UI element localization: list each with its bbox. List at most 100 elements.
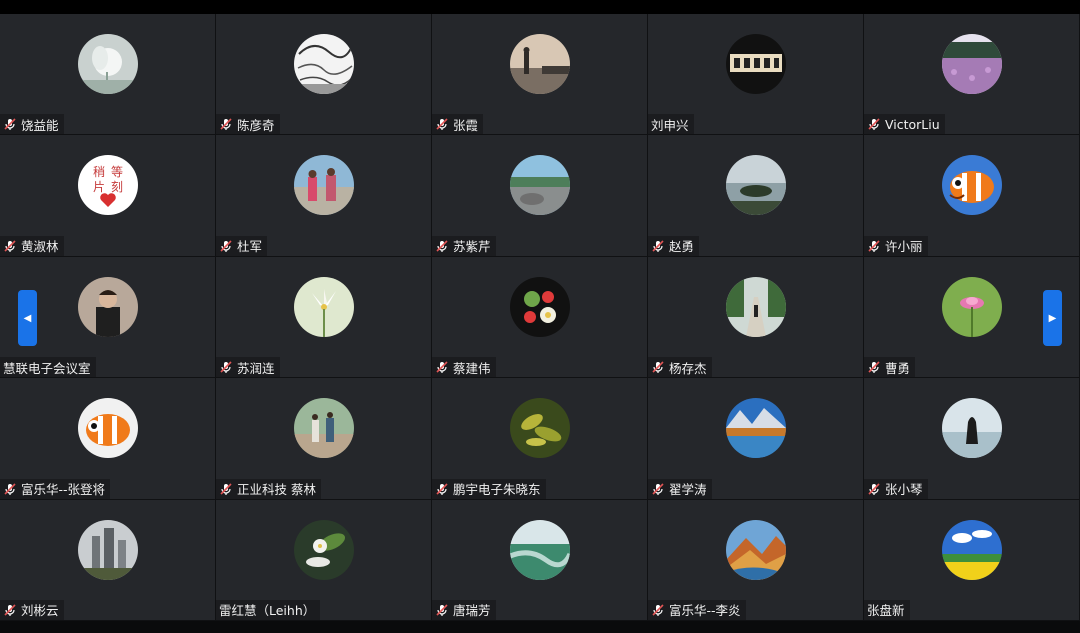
participant-name: 正业科技 蔡林 — [237, 482, 316, 498]
mic-muted-icon — [3, 482, 17, 496]
mic-muted-icon — [435, 239, 449, 253]
participant-tile[interactable]: 雷红慧（Leihh） — [216, 499, 432, 621]
participant-tile[interactable]: 蔡建伟 — [432, 256, 648, 379]
avatar — [941, 398, 1002, 459]
avatar — [509, 519, 570, 580]
participant-name: 赵勇 — [669, 239, 695, 255]
avatar — [725, 519, 786, 580]
avatar — [509, 34, 570, 94]
mic-muted-icon — [219, 117, 233, 131]
participant-tile[interactable]: 许小丽 — [864, 135, 1080, 257]
participant-name: 富乐华--李炎 — [669, 603, 741, 619]
participant-tile[interactable]: 赵勇 — [648, 135, 864, 257]
top-bar — [0, 0, 1080, 14]
mic-muted-icon — [651, 239, 665, 253]
participant-name: 张盘新 — [867, 603, 905, 619]
avatar — [77, 519, 138, 580]
participant-tile[interactable]: 富乐华--李炎 — [648, 499, 864, 621]
participant-tile[interactable]: 翟学涛 — [648, 378, 864, 500]
avatar — [77, 34, 138, 94]
avatar — [293, 398, 354, 459]
chevron-right-icon: ▶ — [1048, 312, 1057, 324]
participant-name-tag: 苏润连 — [216, 357, 280, 378]
participant-name-tag: 饶益能 — [0, 114, 64, 135]
participant-tile[interactable]: 张小琴 — [864, 378, 1080, 500]
participant-tile[interactable]: 饶益能 — [0, 14, 216, 136]
participant-name-tag: 杨存杰 — [648, 357, 712, 378]
avatar — [725, 398, 786, 459]
participant-name-tag: 富乐华--张登将 — [0, 478, 111, 499]
participant-name-tag: 翟学涛 — [648, 478, 712, 499]
participant-tile[interactable]: 张盘新 — [864, 499, 1080, 621]
participant-tile[interactable]: 唐瑞芳 — [432, 499, 648, 621]
mic-muted-icon — [867, 117, 881, 131]
participant-name: 杜军 — [237, 239, 263, 255]
participant-name: 唐瑞芳 — [453, 603, 491, 619]
mic-muted-icon — [651, 482, 665, 496]
participant-name-tag: 黄淑林 — [0, 235, 64, 256]
participant-name: 饶益能 — [21, 117, 59, 133]
avatar — [77, 276, 138, 337]
participant-name: 刘申兴 — [651, 117, 689, 133]
participant-tile[interactable]: 富乐华--张登将 — [0, 378, 216, 500]
avatar — [509, 398, 570, 459]
participant-tile[interactable]: 刘申兴 — [648, 14, 864, 136]
participant-name-tag: 唐瑞芳 — [432, 599, 496, 620]
mic-muted-icon — [219, 360, 233, 374]
mic-muted-icon — [867, 482, 881, 496]
avatar — [293, 155, 354, 216]
participant-tile[interactable]: 苏紫芹 — [432, 135, 648, 257]
avatar — [941, 519, 1002, 580]
participant-name-tag: 蔡建伟 — [432, 357, 496, 378]
participant-name: 雷红慧（Leihh） — [219, 603, 316, 619]
mic-muted-icon — [3, 603, 17, 617]
participant-name-tag: 正业科技 蔡林 — [216, 478, 321, 499]
mic-muted-icon — [435, 360, 449, 374]
avatar — [725, 155, 786, 216]
avatar-text: 稍 — [93, 165, 105, 179]
avatar: 稍 等 片 刻 — [77, 155, 138, 216]
avatar — [725, 34, 786, 94]
participant-name-tag: 富乐华--李炎 — [648, 599, 746, 620]
participant-name-tag: 张霞 — [432, 114, 484, 135]
avatar — [941, 34, 1002, 94]
participant-tile[interactable]: VictorLiu — [864, 14, 1080, 136]
mic-muted-icon — [867, 360, 881, 374]
participant-tile[interactable]: 陈彦奇 — [216, 14, 432, 136]
avatar-text: 刻 — [111, 180, 123, 194]
avatar — [941, 155, 1002, 216]
previous-page-button[interactable]: ◀ — [18, 290, 37, 346]
participant-name-tag: 曹勇 — [864, 357, 916, 378]
participant-tile[interactable]: 杜军 — [216, 135, 432, 257]
next-page-button[interactable]: ▶ — [1043, 290, 1062, 346]
participant-tile[interactable]: 张霞 — [432, 14, 648, 136]
mic-muted-icon — [651, 360, 665, 374]
participant-name: 苏紫芹 — [453, 239, 491, 255]
participant-tile[interactable]: 苏润连 — [216, 256, 432, 379]
participant-name: 翟学涛 — [669, 482, 707, 498]
participant-name: 刘彬云 — [21, 603, 59, 619]
participant-tile[interactable]: 鹏宇电子朱晓东 — [432, 378, 648, 500]
chevron-left-icon: ◀ — [23, 312, 32, 324]
participant-name-tag: 苏紫芹 — [432, 235, 496, 256]
participant-name: 蔡建伟 — [453, 360, 491, 376]
participant-tile[interactable]: 稍 等 片 刻 黄淑林 — [0, 135, 216, 257]
participant-tile[interactable]: 刘彬云 — [0, 499, 216, 621]
participant-name: 曹勇 — [885, 360, 911, 376]
participant-name-tag: 刘彬云 — [0, 599, 64, 620]
participant-name-tag: 慧联电子会议室 — [0, 357, 96, 378]
bottom-bar — [0, 621, 1080, 633]
avatar — [77, 398, 138, 459]
participant-name: 富乐华--张登将 — [21, 482, 106, 498]
participant-name: 许小丽 — [885, 239, 923, 255]
participant-name-tag: 张盘新 — [864, 599, 910, 620]
participant-tile[interactable]: 正业科技 蔡林 — [216, 378, 432, 500]
participant-name-tag: 赵勇 — [648, 235, 700, 256]
participant-tile[interactable]: 杨存杰 — [648, 256, 864, 379]
avatar-text: 片 — [93, 180, 105, 194]
avatar — [725, 276, 786, 337]
participant-name: 慧联电子会议室 — [3, 360, 91, 376]
participant-name: 杨存杰 — [669, 360, 707, 376]
participant-name-tag: 雷红慧（Leihh） — [216, 599, 321, 620]
avatar — [293, 519, 354, 580]
